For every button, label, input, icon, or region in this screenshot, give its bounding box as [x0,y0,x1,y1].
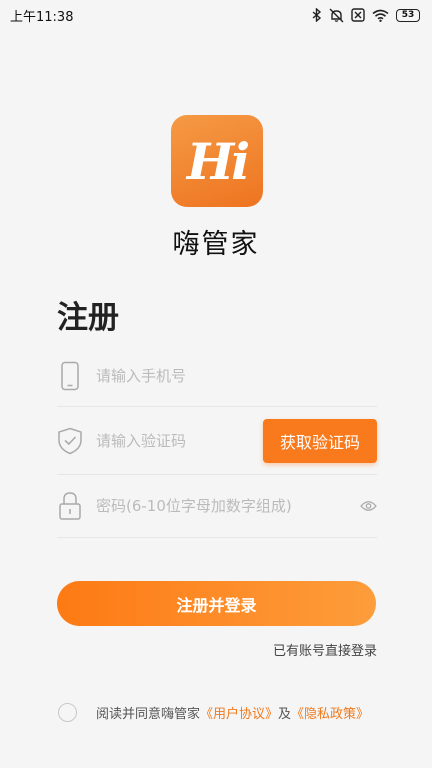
sim-off-icon [351,8,365,22]
bluetooth-icon [312,8,322,22]
agreement-prefix: 阅读并同意嗨管家 [96,707,201,722]
agreement-radio[interactable] [58,703,77,722]
existing-account-login-link[interactable]: 已有账号直接登录 [273,640,377,659]
phone-icon [57,361,83,391]
app-logo: Hi [171,115,263,207]
phone-row [57,345,377,407]
phone-input[interactable] [96,366,377,385]
shield-check-icon [57,427,83,455]
app-name: 嗨管家 [172,229,260,260]
password-row [57,475,377,538]
mute-icon [329,8,344,22]
get-code-button[interactable]: 获取验证码 [263,418,377,463]
agreement-and: 及 [278,707,292,722]
status-icons: 53 [312,8,420,23]
register-login-button[interactable]: 注册并登录 [57,581,376,626]
eye-icon[interactable] [360,500,377,512]
lock-icon [57,491,83,521]
code-row: 获取验证码 [57,407,377,475]
status-bar: 上午11:38 53 [0,0,432,30]
app-logo-text: Hi [186,131,250,191]
battery-level: 53 [401,9,415,20]
wifi-icon [372,9,389,22]
code-input[interactable] [96,431,263,450]
battery-indicator: 53 [396,8,420,22]
status-time: 上午11:38 [10,9,74,25]
password-input[interactable] [96,497,354,515]
agreement-row: 阅读并同意嗨管家 《用户协议》 及 《隐私政策》 [58,703,369,722]
page-title: 注册 [57,300,119,336]
privacy-policy-link[interactable]: 《隐私政策》 [291,703,369,722]
user-agreement-link[interactable]: 《用户协议》 [200,703,278,722]
